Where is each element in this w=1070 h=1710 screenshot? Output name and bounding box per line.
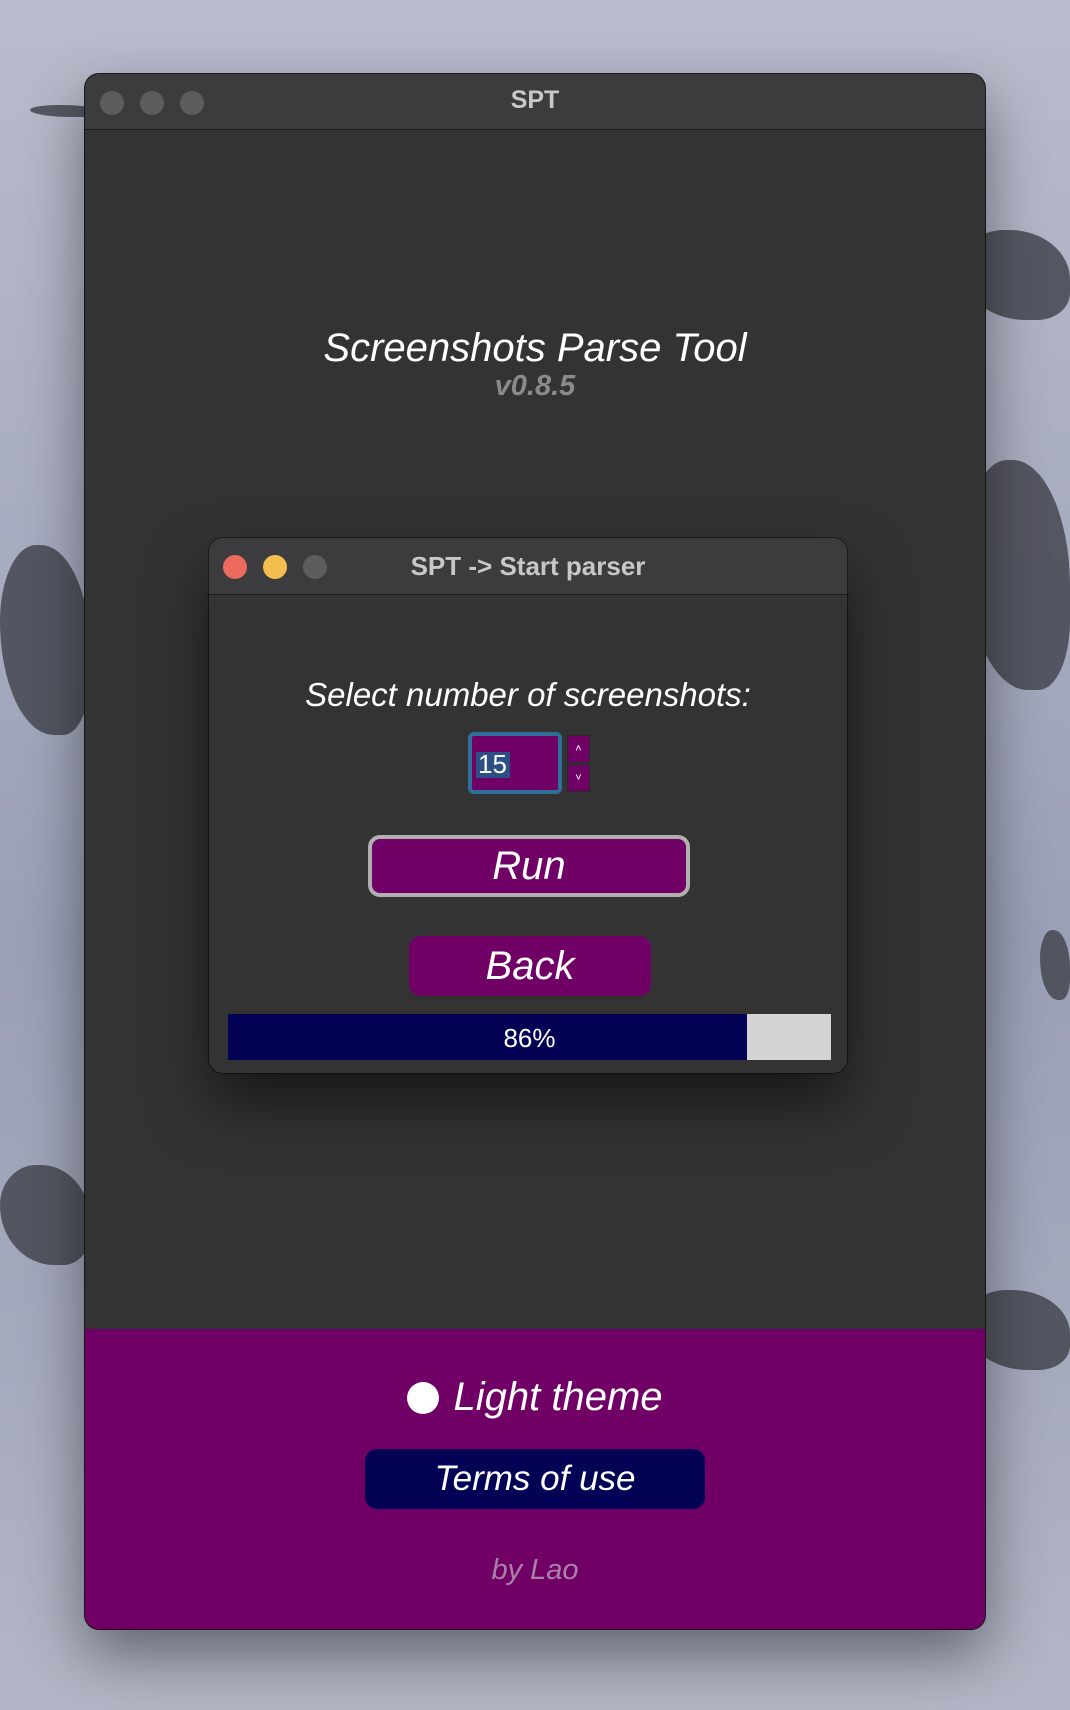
credit-text: by Lao bbox=[491, 1554, 579, 1586]
progress-bar: 86% bbox=[228, 1014, 831, 1060]
increment-button[interactable]: ˄ bbox=[567, 735, 590, 763]
dialog-title: SPT -> Start parser bbox=[410, 551, 646, 581]
window-title: SPT bbox=[510, 86, 560, 114]
app-title: Screenshots Parse Tool bbox=[323, 326, 747, 370]
desktop-rock bbox=[1040, 930, 1070, 1000]
main-titlebar[interactable]: SPT bbox=[85, 74, 985, 130]
light-theme-label: Light theme bbox=[453, 1375, 663, 1419]
decrement-button[interactable]: ˅ bbox=[567, 764, 590, 792]
start-parser-dialog: SPT -> Start parser Select number of scr… bbox=[209, 538, 847, 1073]
terms-of-use-button[interactable]: Terms of use bbox=[365, 1449, 705, 1509]
chevron-down-icon: ˅ bbox=[575, 772, 582, 784]
chevron-up-icon: ˄ bbox=[575, 743, 582, 755]
screenshot-count-input[interactable] bbox=[474, 738, 558, 790]
dialog-titlebar[interactable]: SPT -> Start parser bbox=[209, 538, 847, 595]
footer: Light theme Terms of use by Lao bbox=[85, 1329, 985, 1629]
radio-dot-icon[interactable] bbox=[407, 1381, 440, 1414]
app-version: v0.8.5 bbox=[494, 370, 576, 402]
light-theme-toggle[interactable]: Light theme bbox=[85, 1375, 985, 1420]
run-button[interactable]: Run bbox=[368, 835, 690, 897]
back-button[interactable]: Back bbox=[409, 936, 651, 996]
screenshot-count-spinbox[interactable] bbox=[468, 732, 562, 794]
desktop-rock bbox=[0, 545, 90, 735]
desktop-rock bbox=[0, 1165, 90, 1265]
progress-text: 86% bbox=[503, 1023, 556, 1053]
screenshot-count-label: Select number of screenshots: bbox=[305, 676, 751, 713]
